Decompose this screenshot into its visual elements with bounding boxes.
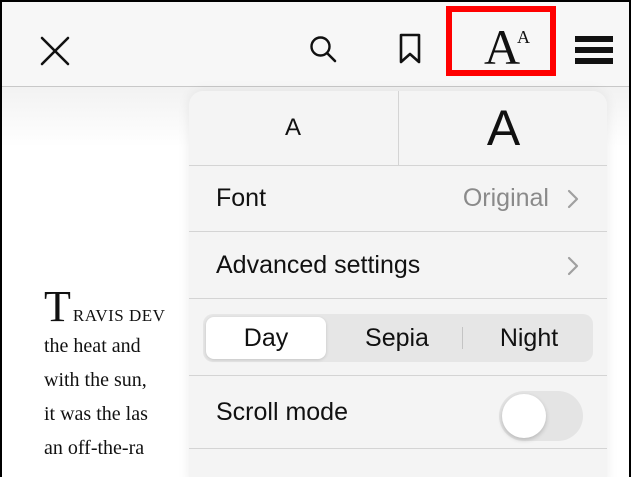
scroll-mode-row: Scroll mode xyxy=(189,377,607,449)
theme-row: Day Sepia Night xyxy=(189,300,607,376)
theme-sepia-option[interactable]: Sepia xyxy=(333,314,461,362)
book-text: T RAVIS DEV the heat and with the sun, i… xyxy=(44,285,204,465)
toggle-knob xyxy=(502,394,546,438)
reader-window: A A T RAVIS DEV the heat and with the su… xyxy=(0,0,631,477)
close-button[interactable] xyxy=(32,28,78,74)
theme-night-option[interactable]: Night xyxy=(465,314,593,362)
font-value: Original xyxy=(462,184,549,212)
reader-toolbar: A A xyxy=(2,2,629,87)
increase-font-size-button[interactable]: A xyxy=(398,91,607,165)
chevron-right-icon xyxy=(565,255,581,277)
theme-day-option[interactable]: Day xyxy=(206,317,326,359)
text-settings-popover: A A Font Original Advanced settings Day … xyxy=(189,91,607,477)
book-line: with the sun, xyxy=(44,369,147,391)
menu-icon xyxy=(575,36,613,64)
book-first-line: T RAVIS DEV xyxy=(44,285,204,329)
font-size-row: A A xyxy=(189,91,607,166)
advanced-settings-label: Advanced settings xyxy=(216,251,421,279)
book-line: the heat and xyxy=(44,335,141,357)
chevron-right-icon xyxy=(565,188,581,210)
search-icon xyxy=(310,36,337,63)
font-size-icon-large-letter: A xyxy=(484,19,521,75)
scroll-mode-label: Scroll mode xyxy=(216,398,348,426)
font-size-button[interactable]: A A xyxy=(446,6,556,76)
font-size-icon-small-letter: A xyxy=(517,27,530,47)
theme-segmented-control: Day Sepia Night xyxy=(203,314,593,362)
bookmark-icon xyxy=(399,33,421,64)
book-line: it was the las xyxy=(44,403,148,425)
book-line: an off-the-ra xyxy=(44,437,145,459)
segment-divider xyxy=(462,327,463,349)
advanced-settings-row[interactable]: Advanced settings xyxy=(189,233,607,299)
decrease-font-size-button[interactable]: A xyxy=(189,91,397,165)
menu-button[interactable] xyxy=(572,28,616,72)
font-row[interactable]: Font Original xyxy=(189,166,607,232)
bookmark-button[interactable] xyxy=(390,28,430,70)
book-first-line-text: RAVIS DEV xyxy=(72,306,166,325)
drop-cap: T xyxy=(44,282,71,331)
scroll-mode-toggle[interactable] xyxy=(499,391,583,441)
font-label: Font xyxy=(216,184,267,212)
close-icon xyxy=(40,36,70,66)
search-button[interactable] xyxy=(302,28,344,70)
